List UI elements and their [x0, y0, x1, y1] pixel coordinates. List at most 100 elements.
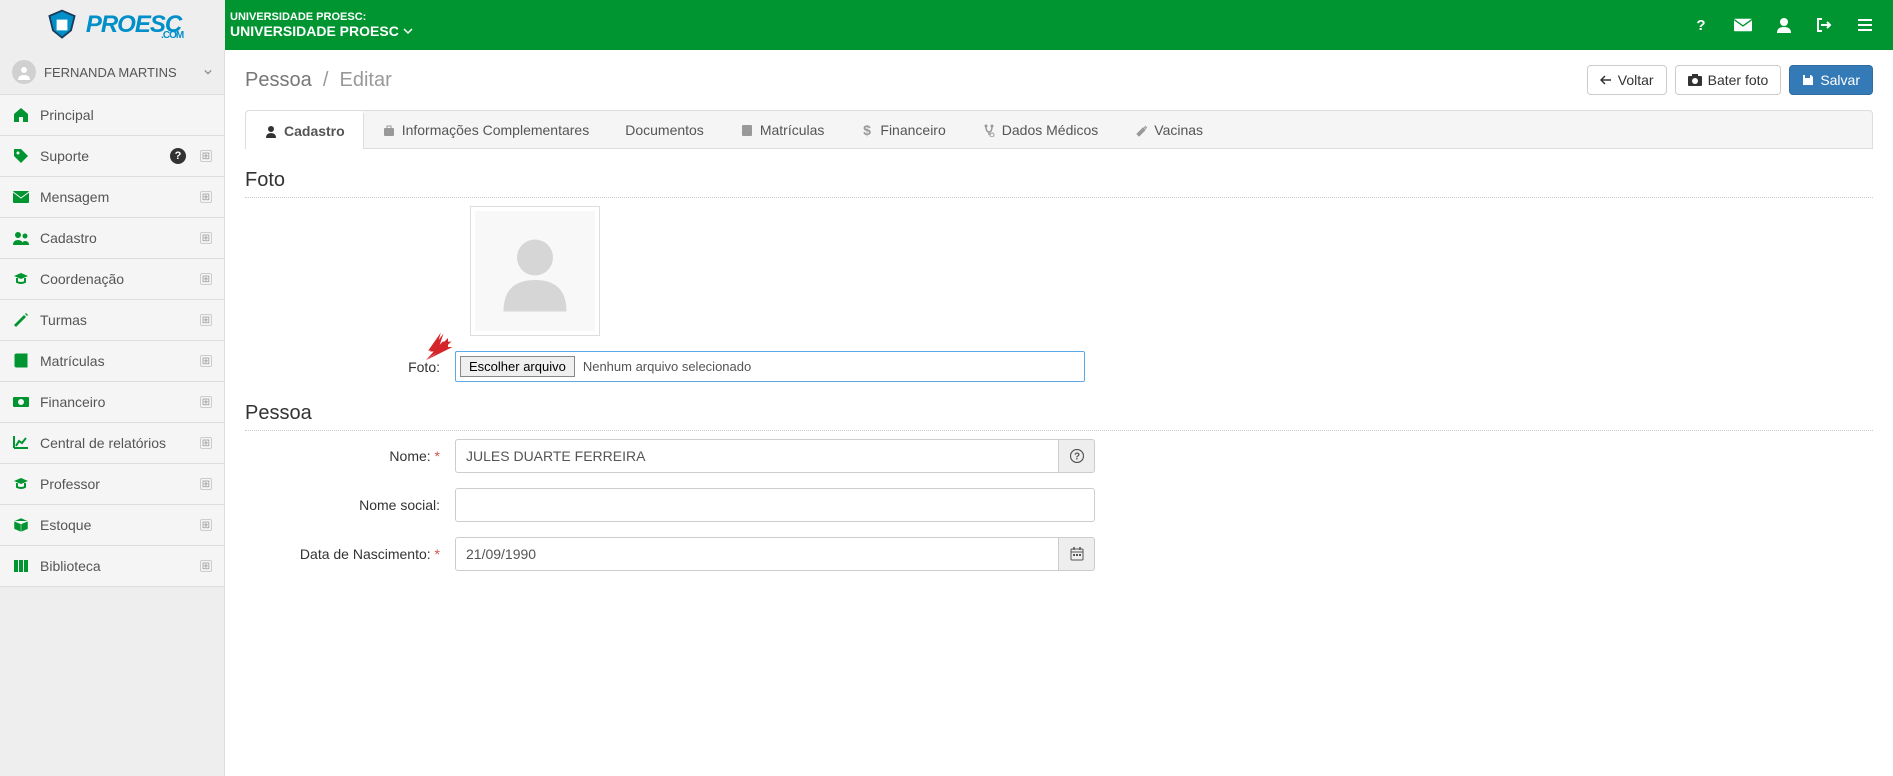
avatar-placeholder-icon: [475, 211, 595, 331]
tab-vacinas[interactable]: Vacinas: [1116, 111, 1221, 148]
chevron-down-icon: [204, 68, 212, 76]
section-title-pessoa: Pessoa: [245, 402, 1873, 431]
syringe-icon: [1134, 123, 1148, 137]
help-addon[interactable]: ?: [1059, 439, 1095, 473]
section-title-foto: Foto: [245, 169, 1873, 198]
pencil-icon: [12, 311, 30, 329]
expand-icon: ⊞: [200, 355, 212, 367]
take-photo-button[interactable]: Bater foto: [1675, 65, 1782, 95]
home-icon: [12, 106, 30, 124]
sidebar-item-suporte[interactable]: Suporte? ⊞: [0, 136, 224, 177]
sidebar-item-label: Cadastro: [40, 230, 186, 246]
breadcrumb: Pessoa / Editar: [245, 69, 392, 92]
logo-text: PROESC.COM: [86, 11, 181, 39]
sidebar-item-financeiro[interactable]: Financeiro⊞: [0, 382, 224, 423]
sidebar-item-mensagem[interactable]: Mensagem ⊞: [0, 177, 224, 218]
tab-dados-médicos[interactable]: Dados Médicos: [964, 111, 1117, 148]
nome-social-input[interactable]: [455, 488, 1095, 522]
cube-icon: [12, 516, 30, 534]
user-icon[interactable]: [1777, 17, 1791, 33]
grad-icon: [12, 475, 30, 493]
chevron-down-icon: [403, 26, 413, 36]
money-icon: [12, 393, 30, 411]
user-icon: [264, 124, 278, 138]
sidebar-item-label: Professor: [40, 476, 186, 492]
svg-text:?: ?: [1696, 17, 1705, 33]
file-input[interactable]: Escolher arquivo Nenhum arquivo selecion…: [455, 351, 1085, 382]
question-icon: ?: [1070, 449, 1084, 463]
tab-label: Vacinas: [1154, 122, 1203, 138]
help-icon[interactable]: ?: [1693, 17, 1709, 33]
sidebar-item-label: Biblioteca: [40, 558, 186, 574]
pointer-arrow-icon: [421, 329, 457, 365]
tab-label: Matrículas: [760, 122, 825, 138]
book-icon: [12, 352, 30, 370]
tab-label: Documentos: [625, 122, 704, 138]
sidebar: FERNANDA MARTINS PrincipalSuporte?⊞Mensa…: [0, 50, 225, 776]
svg-text:?: ?: [1073, 452, 1079, 463]
calendar-addon[interactable]: [1059, 537, 1095, 571]
tab-label: Financeiro: [880, 122, 945, 138]
menu-icon[interactable]: [1857, 17, 1873, 33]
tab-matrículas[interactable]: Matrículas: [722, 111, 843, 148]
tab-cadastro[interactable]: Cadastro: [246, 111, 364, 149]
sidebar-user[interactable]: FERNANDA MARTINS: [0, 50, 224, 95]
choose-file-button[interactable]: Escolher arquivo: [460, 356, 575, 377]
tab-documentos[interactable]: Documentos: [607, 111, 722, 148]
back-button[interactable]: Voltar: [1587, 65, 1667, 95]
sidebar-item-principal[interactable]: Principal: [0, 95, 224, 136]
envelope-icon[interactable]: [1734, 17, 1752, 33]
library-icon: [12, 557, 30, 575]
nome-input[interactable]: [455, 439, 1059, 473]
expand-icon: ⊞: [200, 232, 212, 244]
sidebar-username: FERNANDA MARTINS: [44, 65, 196, 80]
logo-area[interactable]: PROESC.COM: [0, 0, 225, 50]
users-icon: [12, 229, 30, 247]
save-button[interactable]: Salvar: [1789, 65, 1873, 95]
expand-icon: ⊞: [200, 437, 212, 449]
svg-text:$: $: [863, 123, 871, 137]
sidebar-item-professor[interactable]: Professor ⊞: [0, 464, 224, 505]
tab-label: Dados Médicos: [1002, 122, 1099, 138]
expand-icon: ⊞: [200, 191, 212, 203]
top-bar: PROESC.COM UNIVERSIDADE PROESC: UNIVERSI…: [0, 0, 1893, 50]
org-selector[interactable]: UNIVERSIDADE PROESC: [230, 23, 413, 39]
sidebar-item-label: Mensagem: [40, 189, 186, 205]
sidebar-item-matrículas[interactable]: Matrículas⊞: [0, 341, 224, 382]
file-status-text: Nenhum arquivo selecionado: [583, 359, 751, 374]
sidebar-item-label: Central de relatórios: [40, 435, 186, 451]
nome-social-label: Nome social:: [245, 497, 455, 513]
envelope-icon: [12, 188, 30, 206]
dollar-icon: $: [860, 123, 874, 137]
book-icon: [740, 123, 754, 137]
dob-input[interactable]: [455, 537, 1059, 571]
sidebar-item-label: Principal: [40, 107, 212, 123]
signout-icon[interactable]: [1816, 17, 1832, 33]
avatar-icon: [12, 60, 36, 84]
nome-label: Nome: *: [245, 448, 455, 464]
tab-label: Cadastro: [284, 123, 345, 139]
sidebar-item-estoque[interactable]: Estoque⊞: [0, 505, 224, 546]
tab-informações-complementares[interactable]: Informações Complementares: [364, 111, 608, 148]
sidebar-item-biblioteca[interactable]: Biblioteca ⊞: [0, 546, 224, 587]
sidebar-item-central-de-relatórios[interactable]: Central de relatórios ⊞: [0, 423, 224, 464]
chart-icon: [12, 434, 30, 452]
tag-icon: [12, 147, 30, 165]
sidebar-item-cadastro[interactable]: Cadastro ⊞: [0, 218, 224, 259]
sidebar-item-label: Coordenação: [40, 271, 186, 287]
main-content: Pessoa / Editar Voltar Bater foto Salvar…: [225, 50, 1893, 776]
sidebar-item-label: Estoque: [40, 517, 186, 533]
help-badge-icon: ?: [170, 148, 186, 164]
tab-financeiro[interactable]: $ Financeiro: [842, 111, 963, 148]
stetho-icon: [982, 123, 996, 137]
expand-icon: ⊞: [200, 314, 212, 326]
expand-icon: ⊞: [200, 560, 212, 572]
sidebar-item-coordenação[interactable]: Coordenação ⊞: [0, 259, 224, 300]
tabs: Cadastro Informações Complementares Docume…: [245, 110, 1873, 149]
sidebar-item-label: Suporte: [40, 148, 160, 164]
sidebar-item-turmas[interactable]: Turmas⊞: [0, 300, 224, 341]
expand-icon: ⊞: [200, 478, 212, 490]
org-label: UNIVERSIDADE PROESC:: [230, 11, 413, 23]
expand-icon: ⊞: [200, 273, 212, 285]
expand-icon: ⊞: [200, 150, 212, 162]
